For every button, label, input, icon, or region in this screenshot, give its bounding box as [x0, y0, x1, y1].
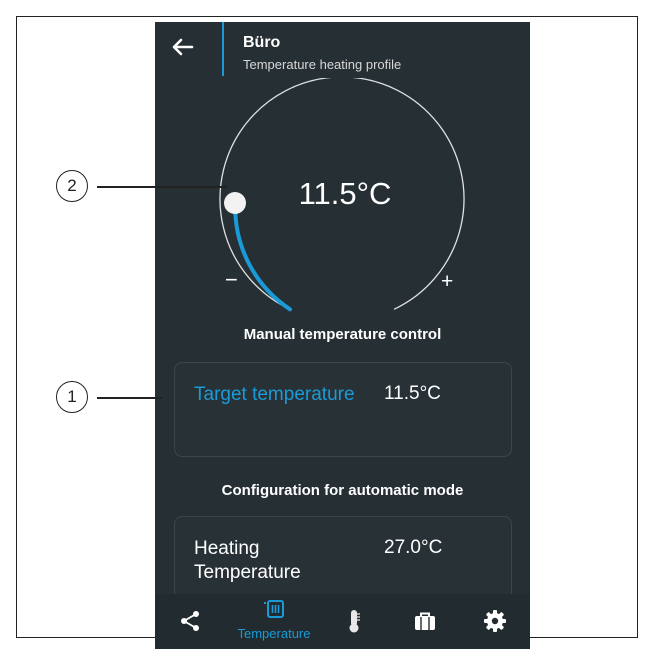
- manual-section-title: Manual temperature control: [243, 326, 442, 343]
- callout-one: 1: [56, 381, 88, 413]
- tab-temperature[interactable]: Temperature: [225, 594, 323, 649]
- target-temperature-card[interactable]: Target temperature 11.5°C: [174, 362, 512, 457]
- phone-screen: Büro Temperature heating profile 11.5°C …: [155, 22, 530, 649]
- page-subtitle: Temperature heating profile: [243, 57, 402, 72]
- callout-one-leader: [97, 397, 162, 399]
- target-temperature-value: 11.5°C: [384, 383, 441, 404]
- app-bar-divider: [222, 22, 224, 76]
- automatic-section-title: Configuration for automatic mode: [221, 482, 464, 499]
- share-icon: [181, 611, 199, 631]
- current-temperature: 11.5°C: [298, 176, 392, 211]
- back-arrow-icon[interactable]: [167, 32, 197, 62]
- heater-icon: [264, 600, 284, 618]
- gear-icon: [484, 610, 506, 632]
- heating-temperature-value: 27.0°C: [384, 537, 443, 558]
- tab-share[interactable]: [155, 594, 225, 649]
- tab-temperature-label: Temperature: [237, 626, 311, 641]
- briefcase-icon: [415, 612, 435, 630]
- tab-thermometer[interactable]: [330, 594, 380, 649]
- page-title: Büro: [243, 34, 281, 51]
- thermometer-icon: [349, 610, 360, 633]
- tab-settings[interactable]: [470, 594, 520, 649]
- decrease-label[interactable]: −: [225, 267, 238, 293]
- target-temperature-label: Target temperature: [194, 384, 355, 405]
- tab-briefcase[interactable]: [400, 594, 450, 649]
- callout-two: 2: [56, 170, 88, 202]
- dial-progress: [233, 202, 292, 312]
- app-bar: Büro Temperature heating profile: [155, 22, 530, 78]
- increase-label[interactable]: +: [441, 270, 453, 294]
- callout-two-leader: [97, 186, 227, 188]
- bottom-tab-bar: Temperature: [155, 594, 530, 649]
- dial-handle: [224, 192, 246, 214]
- heating-temperature-label: Heating Temperature: [194, 538, 301, 583]
